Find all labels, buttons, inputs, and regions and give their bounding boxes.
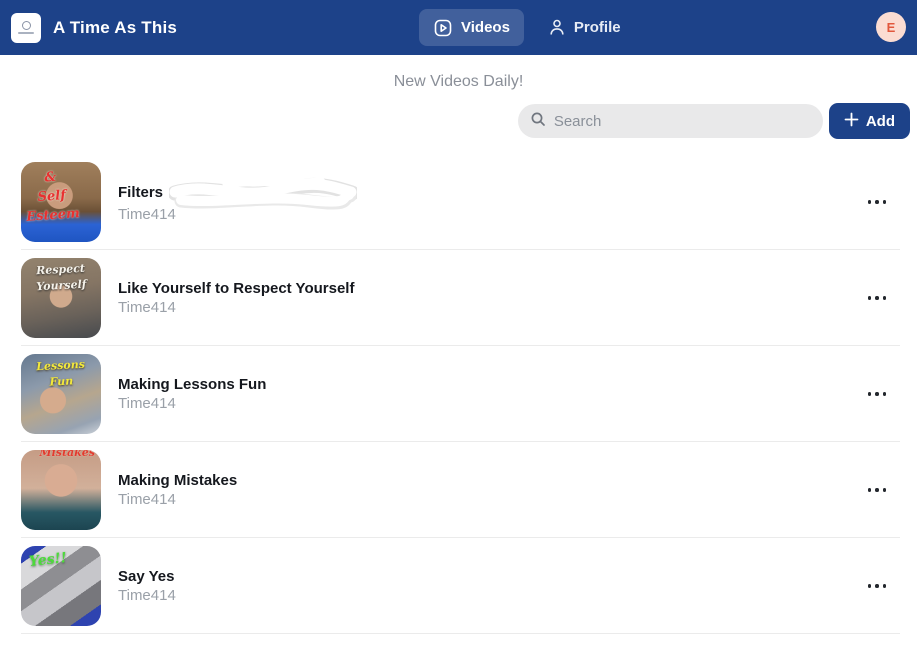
video-meta: Making Lessons Fun Time414 [118,376,266,412]
video-title: Making Mistakes [118,472,238,489]
page-heading: New Videos Daily! [393,73,524,90]
tab-profile-label: Profile [573,19,621,36]
search-box [517,104,823,138]
thumbnail-overlay-text: Yes!! [28,550,68,570]
video-thumbnail[interactable]: Mistakes [21,450,101,530]
add-button[interactable]: Add [828,103,910,139]
video-meta: Say Yes Time414 [118,568,176,604]
video-channel: Time414 [118,491,176,508]
search-input[interactable] [553,112,811,130]
search-icon [530,111,546,132]
more-options-button[interactable] [861,186,893,218]
video-list: & Self Esteem Filters Time414 Respect Yo… [0,154,917,634]
video-title: Say Yes [118,568,175,585]
thumbnail-overlay-text: & Self Esteem [25,169,81,225]
app-logo[interactable] [11,12,41,43]
nav-tabs: Videos Profile [419,9,635,46]
video-meta: Filters Time414 [118,176,358,223]
user-avatar[interactable]: E [876,12,906,42]
more-options-button[interactable] [861,282,893,314]
video-thumbnail[interactable]: Lessons Fun [21,354,101,434]
video-thumbnail[interactable]: & Self Esteem [21,162,101,242]
video-channel: Time414 [118,205,176,223]
more-options-button[interactable] [861,474,893,506]
video-row[interactable]: & Self Esteem Filters Time414 [0,154,917,250]
logo-text-mark [18,32,34,34]
video-title: Like Yourself to Respect Yourself [118,280,355,297]
thumbnail-overlay-text: Lessons Fun [35,357,86,389]
video-title: Making Lessons Fun [118,376,267,393]
more-options-button[interactable] [861,378,893,410]
clock-logo-icon [21,21,31,30]
toolbar: Add [0,103,917,139]
app-title: A Time As This [53,17,178,37]
video-meta: Like Yourself to Respect Yourself Time41… [118,280,354,316]
video-meta: Making Mistakes Time414 [118,472,237,508]
video-row[interactable]: Mistakes Making Mistakes Time414 [0,442,917,538]
video-row[interactable]: Yes!! Say Yes Time414 [0,538,917,634]
person-icon [548,18,566,37]
tab-videos-label: Videos [461,19,510,36]
thumbnail-overlay-text: Mistakes [39,450,95,459]
add-button-label: Add [865,112,895,130]
video-thumbnail[interactable]: Respect Yourself [21,258,101,338]
app-header: A Time As This Videos Profile E [0,0,917,55]
video-thumbnail[interactable]: Yes!! [21,546,101,626]
video-channel: Time414 [118,395,176,412]
more-options-button[interactable] [861,570,893,602]
video-channel: Time414 [118,587,176,604]
video-title: Filters [118,184,164,201]
video-channel: Time414 [118,299,176,316]
thumbnail-overlay-text: Respect Yourself [35,261,87,294]
plus-icon [844,112,859,131]
tab-profile[interactable]: Profile [534,9,635,46]
video-row[interactable]: Respect Yourself Like Yourself to Respec… [0,250,917,346]
tab-videos[interactable]: Videos [419,9,524,46]
video-row[interactable]: Lessons Fun Making Lessons Fun Time414 [0,346,917,442]
video-play-icon [433,18,453,38]
